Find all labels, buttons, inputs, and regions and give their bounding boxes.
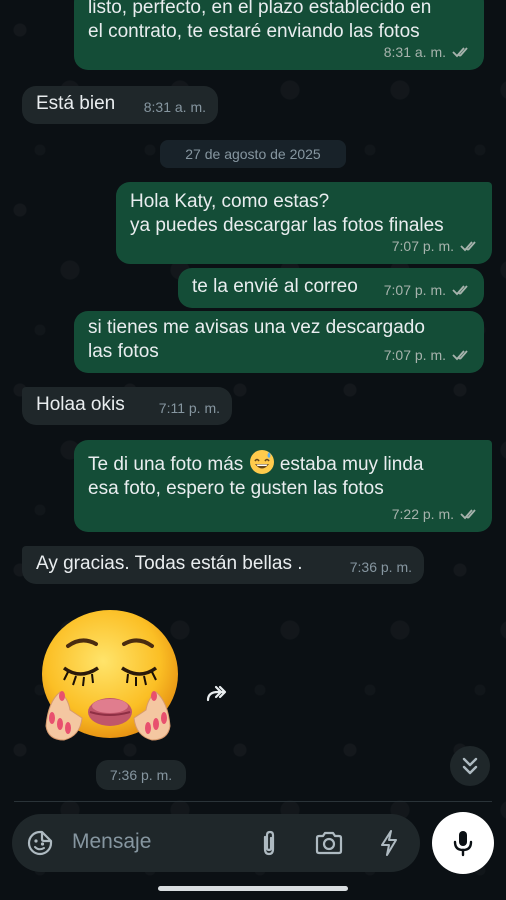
message-outgoing[interactable]: listo, perfecto, en el plazo establecido… [74,0,484,70]
message-incoming[interactable]: Holaa okis 7:11 p. m. [22,387,232,425]
forward-icon[interactable] [200,676,236,712]
camera-icon[interactable] [314,830,344,856]
message-time: 7:36 p. m. [349,559,412,575]
double-check-icon [452,47,468,58]
double-chevron-down-icon [462,757,478,775]
message-incoming[interactable]: Ay gracias. Todas están bellas . 7:36 p.… [22,546,424,584]
message-meta: 7:07 p. m. [384,278,472,302]
message-outgoing[interactable]: si tienes me avisas una vez descargado l… [74,311,484,373]
message-outgoing[interactable]: Te di una foto más estaba muy linda esa … [74,440,492,532]
message-time: 8:31 a. m. [383,44,446,60]
message-meta: 8:31 a. m. [384,40,472,64]
divider [14,801,492,802]
microphone-button[interactable] [432,812,494,874]
message-meta: 7:11 p. m. [159,396,220,420]
sticker-emoji-icon[interactable] [26,829,54,857]
home-indicator[interactable] [158,886,348,891]
message-time: 7:22 p. m. [391,506,454,522]
message-meta: 7:07 p. m. [392,234,480,258]
kissing-face-sticker[interactable] [24,606,192,756]
paperclip-icon[interactable] [256,829,282,857]
double-check-icon [460,241,476,252]
lightning-icon[interactable] [378,829,400,857]
message-text: listo, perfecto, en el plazo establecido… [88,0,432,42]
message-time: 7:07 p. m. [383,282,446,298]
message-meta: 7:36 p. m. [350,555,412,579]
date-separator: 27 de agosto de 2025 [160,140,346,168]
message-input-bar[interactable]: Mensaje [12,814,420,872]
message-meta: 8:31 a. m. [144,95,206,119]
message-time: 7:07 p. m. [391,238,454,254]
message-time: 8:31 a. m. [143,99,206,115]
message-outgoing[interactable]: Hola Katy, como estas? ya puedes descarg… [116,182,492,264]
scroll-down-button[interactable] [450,746,490,786]
message-input[interactable]: Mensaje [72,830,151,854]
message-time: 7:11 p. m. [158,400,220,416]
microphone-icon [453,831,473,857]
double-check-icon [460,509,476,520]
message-outgoing[interactable]: te la envié al correo 7:07 p. m. [178,268,484,308]
double-check-icon [452,285,468,296]
message-incoming[interactable]: Está bien 8:31 a. m. [22,86,218,124]
message-text-part: Te di una foto más [88,454,249,475]
message-meta: 7:22 p. m. [392,502,480,526]
message-text: Te di una foto más estaba muy linda esa … [88,449,478,501]
message-time: 7:07 p. m. [383,347,446,363]
sticker-time: 7:36 p. m. [96,760,186,790]
message-meta: 7:07 p. m. [384,343,472,367]
grinning-sweat-emoji [249,450,274,474]
double-check-icon [452,350,468,361]
message-text: Hola Katy, como estas? ya puedes descarg… [130,191,444,236]
